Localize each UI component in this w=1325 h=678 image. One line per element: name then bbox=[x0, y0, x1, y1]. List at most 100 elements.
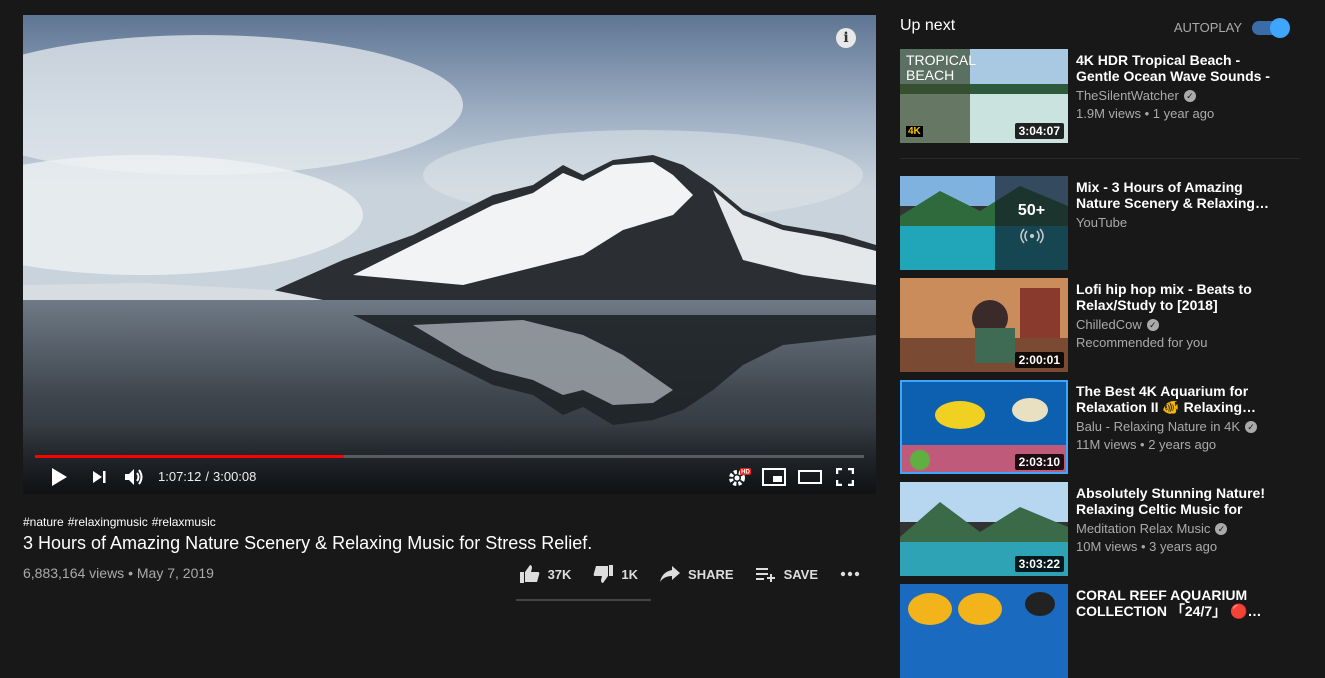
svg-text:HD: HD bbox=[741, 470, 750, 476]
dislike-button[interactable]: 1K bbox=[593, 565, 638, 583]
duration-badge: 2:00:01 bbox=[1014, 352, 1064, 368]
video-card-title[interactable]: Lofi hip hop mix - Beats to Relax/Study … bbox=[1076, 281, 1281, 313]
publish-date: May 7, 2019 bbox=[136, 565, 214, 581]
video-card[interactable]: TROPICAL BEACH 4K 3:04:07 4K HDR Tropica… bbox=[900, 49, 1300, 143]
video-stats: 6,883,164 views • May 7, 2019 bbox=[23, 565, 214, 581]
video-card[interactable]: 2:03:10 The Best 4K Aquarium for Relaxat… bbox=[900, 380, 1300, 474]
video-card-stats: Recommended for you bbox=[1076, 335, 1208, 350]
up-next-heading: Up next bbox=[900, 17, 956, 34]
thumbs-down-icon bbox=[594, 565, 614, 583]
gear-icon: HD bbox=[729, 468, 751, 486]
video-card[interactable]: CORAL REEF AQUARIUM COLLECTION 「24/7」 🔴… bbox=[900, 584, 1300, 678]
video-thumbnail[interactable]: 3:03:22 bbox=[900, 482, 1068, 576]
video-card-title[interactable]: 4K HDR Tropical Beach - Gentle Ocean Wav… bbox=[1076, 52, 1281, 84]
up-next-divider bbox=[900, 158, 1300, 159]
video-card-stats: 11M views • 2 years ago bbox=[1076, 437, 1217, 452]
next-button[interactable] bbox=[91, 465, 107, 489]
channel-label: Balu - Relaxing Nature in 4K bbox=[1076, 419, 1241, 434]
progress-played bbox=[35, 455, 345, 458]
info-icon[interactable]: i bbox=[836, 28, 856, 48]
toggle-knob bbox=[1270, 17, 1290, 38]
time-separator: / bbox=[205, 469, 209, 484]
view-count: 6,883,164 views bbox=[23, 565, 125, 581]
share-button[interactable]: SHARE bbox=[660, 566, 734, 582]
hashtag-link[interactable]: #relaxmusic bbox=[152, 515, 216, 529]
progress-bar[interactable] bbox=[35, 455, 864, 458]
duration-badge: 3:04:07 bbox=[1014, 123, 1064, 139]
dislike-count: 1K bbox=[621, 566, 639, 582]
like-count: 37K bbox=[547, 566, 572, 582]
hashtag-link[interactable]: #relaxingmusic bbox=[68, 515, 148, 529]
video-actions: 37K 1K SHARE SAVE bbox=[498, 565, 868, 583]
play-button[interactable] bbox=[49, 465, 69, 489]
video-card[interactable]: 2:00:01 Lofi hip hop mix - Beats to Rela… bbox=[900, 278, 1300, 372]
more-actions-button[interactable] bbox=[840, 571, 868, 577]
channel-name[interactable]: Meditation Relax Music ✓ bbox=[1076, 521, 1228, 536]
video-frame bbox=[23, 15, 876, 494]
autoplay-control: AUTOPLAY bbox=[1173, 17, 1290, 38]
autoplay-label: AUTOPLAY bbox=[1173, 20, 1242, 35]
fullscreen-icon bbox=[836, 468, 854, 486]
video-thumbnail[interactable]: 2:00:01 bbox=[900, 278, 1068, 372]
hashtags: #nature #relaxingmusic #relaxmusic bbox=[23, 515, 876, 529]
video-thumbnail[interactable]: TROPICAL BEACH 4K 3:04:07 bbox=[900, 49, 1068, 143]
hashtag-link[interactable]: #nature bbox=[23, 515, 64, 529]
share-icon bbox=[660, 566, 681, 582]
fullscreen-button[interactable] bbox=[836, 465, 854, 489]
video-card-stats: 1.9M views • 1 year ago bbox=[1076, 106, 1215, 121]
theater-mode-button[interactable] bbox=[798, 465, 822, 489]
channel-label: TheSilentWatcher bbox=[1076, 88, 1179, 103]
thumb-caption: TROPICAL BEACH bbox=[906, 52, 976, 83]
settings-button[interactable]: HD bbox=[727, 465, 751, 489]
time-display: 1:07:12/ 3:00:08 bbox=[158, 469, 256, 484]
video-card-title[interactable]: The Best 4K Aquarium for Relaxation II 🐠… bbox=[1076, 383, 1281, 415]
theater-mode-icon bbox=[798, 470, 822, 484]
video-card-title[interactable]: CORAL REEF AQUARIUM COLLECTION 「24/7」 🔴… bbox=[1076, 587, 1281, 619]
miniplayer-icon bbox=[762, 468, 786, 486]
next-icon bbox=[93, 471, 106, 483]
video-meta: #nature #relaxingmusic #relaxmusic 3 Hours… bbox=[23, 515, 876, 601]
duration-badge: 3:03:22 bbox=[1014, 556, 1064, 572]
current-time: 1:07:12 bbox=[158, 469, 202, 484]
video-card-stats: 10M views • 3 years ago bbox=[1076, 539, 1218, 554]
channel-name[interactable]: ChilledCow ✓ bbox=[1076, 317, 1159, 332]
mix-count: 50+ bbox=[1017, 202, 1046, 219]
volume-button[interactable] bbox=[123, 465, 145, 489]
actions-underline bbox=[516, 599, 651, 601]
play-icon bbox=[52, 468, 67, 486]
verified-icon: ✓ bbox=[1183, 89, 1196, 102]
stats-separator: • bbox=[128, 565, 133, 581]
save-button[interactable]: SAVE bbox=[755, 566, 818, 582]
video-card-title[interactable]: Absolutely Stunning Nature! Relaxing Cel… bbox=[1076, 485, 1281, 517]
video-card[interactable]: 3:03:22 Absolutely Stunning Nature! Rela… bbox=[900, 482, 1300, 576]
verified-icon: ✓ bbox=[1215, 522, 1228, 535]
total-time: 3:00:08 bbox=[213, 469, 257, 484]
channel-name[interactable]: TheSilentWatcher ✓ bbox=[1076, 88, 1196, 103]
channel-name[interactable]: YouTube bbox=[1076, 215, 1127, 230]
video-player[interactable]: i 1:07:12/ 3:00:08 HD bbox=[23, 15, 876, 494]
video-thumbnail[interactable]: 50+ bbox=[900, 176, 1068, 270]
miniplayer-button[interactable] bbox=[762, 465, 786, 489]
video-title: 3 Hours of Amazing Nature Scenery & Rela… bbox=[23, 533, 593, 553]
like-button[interactable]: 37K bbox=[519, 565, 572, 583]
channel-label: YouTube bbox=[1076, 215, 1128, 230]
channel-label: Meditation Relax Music bbox=[1076, 521, 1211, 536]
verified-icon: ✓ bbox=[1146, 318, 1159, 331]
add-to-playlist-icon bbox=[755, 568, 775, 582]
channel-name[interactable]: Balu - Relaxing Nature in 4K ✓ bbox=[1076, 419, 1258, 434]
thumbs-up-icon bbox=[519, 565, 539, 583]
save-label: SAVE bbox=[783, 566, 818, 582]
more-icon bbox=[840, 571, 860, 577]
4k-badge: 4K bbox=[906, 126, 923, 137]
volume-icon bbox=[125, 469, 143, 485]
autoplay-toggle[interactable] bbox=[1252, 17, 1290, 38]
mix-card[interactable]: 50+ Mix - 3 Hours of Amazing Nature Scen… bbox=[900, 176, 1300, 270]
share-label: SHARE bbox=[688, 566, 734, 582]
verified-icon: ✓ bbox=[1245, 420, 1258, 433]
video-thumbnail[interactable]: 2:03:10 bbox=[900, 380, 1068, 474]
video-card-title[interactable]: Mix - 3 Hours of Amazing Nature Scenery … bbox=[1076, 179, 1281, 211]
mix-overlay: 50+ bbox=[995, 176, 1068, 270]
video-thumbnail[interactable] bbox=[900, 584, 1068, 678]
mix-broadcast-icon bbox=[1019, 228, 1044, 244]
channel-label: ChilledCow bbox=[1076, 317, 1142, 332]
